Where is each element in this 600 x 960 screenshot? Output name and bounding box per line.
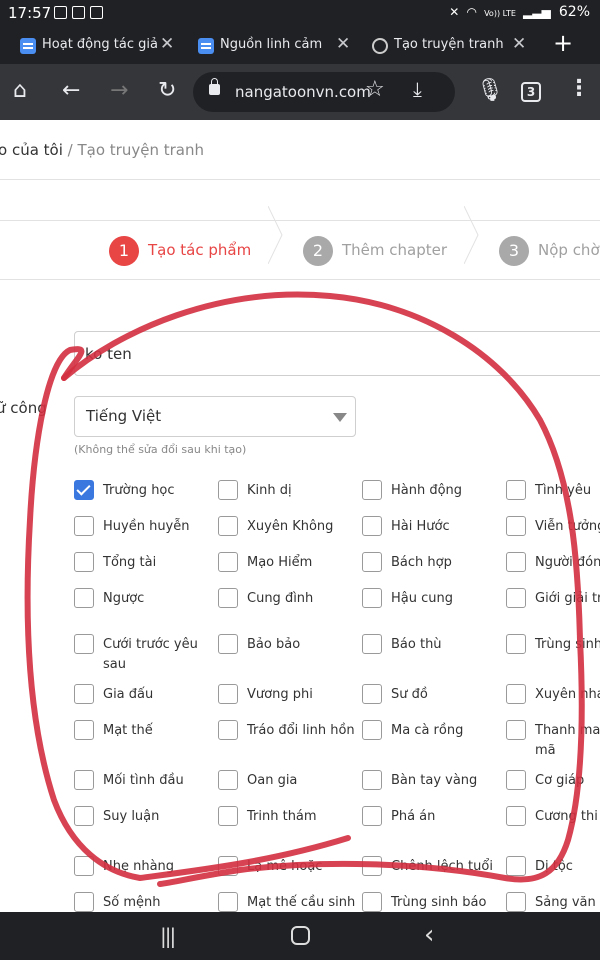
checkbox-unchecked[interactable] <box>362 892 382 912</box>
checkbox-unchecked[interactable] <box>74 516 94 536</box>
checkbox-unchecked[interactable] <box>506 552 526 572</box>
checkbox-unchecked[interactable] <box>218 588 238 608</box>
genre-label: Sư đồ <box>391 687 428 702</box>
genre-label: Ngược <box>103 591 145 606</box>
genre-label: Hậu cung <box>391 591 453 606</box>
genre-label: Cương thi <box>535 809 598 824</box>
genre-label: Xuyên nhanh <box>535 687 600 702</box>
checkbox-unchecked[interactable] <box>218 720 238 740</box>
genre-label: Tráo đổi linh hồn <box>247 723 355 738</box>
genre-label: Hành động <box>391 483 463 498</box>
checkbox-unchecked[interactable] <box>362 552 382 572</box>
checkbox-unchecked[interactable] <box>506 892 526 912</box>
checkbox-unchecked[interactable] <box>506 856 526 876</box>
genre-label: Trường học <box>103 483 175 498</box>
genre-label: Tình yêu <box>535 483 592 498</box>
genre-label: Nhẹ nhàng <box>103 859 175 874</box>
checkbox-unchecked[interactable] <box>362 856 382 876</box>
checkbox-unchecked[interactable] <box>362 480 382 500</box>
genre-label: Giới giải trí <box>535 591 600 606</box>
genre-label: Xuyên Không <box>247 519 334 534</box>
checkbox-unchecked[interactable] <box>362 720 382 740</box>
checkbox-unchecked[interactable] <box>74 892 94 912</box>
genre-label: Suy luận <box>103 809 160 824</box>
genre-label: Kinh dị <box>247 483 292 498</box>
recents-icon[interactable]: ||| <box>160 924 176 948</box>
genre-label: Cơ giáp <box>535 773 585 788</box>
genre-label: Mạt thế cầu sinh <box>247 895 356 910</box>
genre-label: Trùng sinh <box>535 637 600 652</box>
back-icon[interactable]: ‹ <box>424 920 434 950</box>
checkbox-unchecked[interactable] <box>74 634 94 654</box>
genre-label: Bảo bảo <box>247 637 301 652</box>
checkbox-unchecked[interactable] <box>218 770 238 790</box>
genre-label: Huyền huyễn <box>103 519 190 534</box>
genre-label: Thanh mai mã <box>535 723 600 758</box>
checkbox-unchecked[interactable] <box>506 588 526 608</box>
checkbox-unchecked[interactable] <box>218 684 238 704</box>
genre-label: Phá án <box>391 809 436 824</box>
genre-label: Sảng văn <box>535 895 596 910</box>
genre-label: Bàn tay vàng <box>391 773 478 788</box>
checkbox-unchecked[interactable] <box>218 552 238 572</box>
genre-label: Dị tộc <box>535 859 573 874</box>
checkbox-unchecked[interactable] <box>218 856 238 876</box>
genre-label: Báo thù <box>391 637 442 652</box>
checkbox-unchecked[interactable] <box>362 684 382 704</box>
checkbox-unchecked[interactable] <box>218 516 238 536</box>
checkbox-unchecked[interactable] <box>362 588 382 608</box>
genre-label: Trinh thám <box>247 809 317 824</box>
checkbox-unchecked[interactable] <box>74 806 94 826</box>
genre-label: Mối tình đầu <box>103 773 184 788</box>
checkbox-unchecked[interactable] <box>218 480 238 500</box>
genre-label: Oan gia <box>247 773 298 788</box>
checkbox-unchecked[interactable] <box>506 684 526 704</box>
checkbox-unchecked[interactable] <box>218 634 238 654</box>
genre-label: Người đóng <box>535 555 600 570</box>
checkbox-unchecked[interactable] <box>74 720 94 740</box>
genre-label: Ma cà rồng <box>391 723 464 738</box>
android-nav-bar: ||| ‹ <box>0 912 600 960</box>
checkbox-unchecked[interactable] <box>218 806 238 826</box>
genre-label: Hài Hước <box>391 519 450 534</box>
genre-label: Số mệnh <box>103 895 161 910</box>
genre-label: Bách hợp <box>391 555 452 570</box>
genre-label: Tổng tài <box>103 555 157 570</box>
checkbox-unchecked[interactable] <box>362 634 382 654</box>
genre-label: Vương phi <box>247 687 313 702</box>
checkbox-checked[interactable] <box>74 480 94 500</box>
genre-label: Mạt thế <box>103 723 153 738</box>
checkbox-unchecked[interactable] <box>74 856 94 876</box>
checkbox-unchecked[interactable] <box>74 588 94 608</box>
checkbox-unchecked[interactable] <box>506 516 526 536</box>
genre-label: Mạo Hiểm <box>247 555 313 570</box>
checkbox-unchecked[interactable] <box>506 720 526 740</box>
genre-label: Chênh lệch tuổi <box>391 859 493 874</box>
checkbox-unchecked[interactable] <box>506 480 526 500</box>
genre-label: Cưới trước yêu sau <box>103 637 198 672</box>
checkbox-unchecked[interactable] <box>74 552 94 572</box>
genre-label: Cung đình <box>247 591 314 606</box>
genre-label: Trùng sinh báo <box>391 895 487 910</box>
checkbox-unchecked[interactable] <box>74 684 94 704</box>
checkbox-unchecked[interactable] <box>506 806 526 826</box>
home-icon[interactable] <box>291 926 310 945</box>
genre-label: Viễn tưởng <box>535 519 600 534</box>
checkbox-unchecked[interactable] <box>362 770 382 790</box>
checkbox-unchecked[interactable] <box>362 806 382 826</box>
checkbox-unchecked[interactable] <box>362 516 382 536</box>
checkbox-unchecked[interactable] <box>74 770 94 790</box>
genre-label: Lạ mê hoặc <box>247 859 323 874</box>
genre-checkbox-grid: Trường học Kinh dị Hành động Tình yêu Huyền … <box>0 0 600 960</box>
genre-label: Gia đấu <box>103 687 154 702</box>
checkbox-unchecked[interactable] <box>218 892 238 912</box>
checkbox-unchecked[interactable] <box>506 770 526 790</box>
checkbox-unchecked[interactable] <box>506 634 526 654</box>
